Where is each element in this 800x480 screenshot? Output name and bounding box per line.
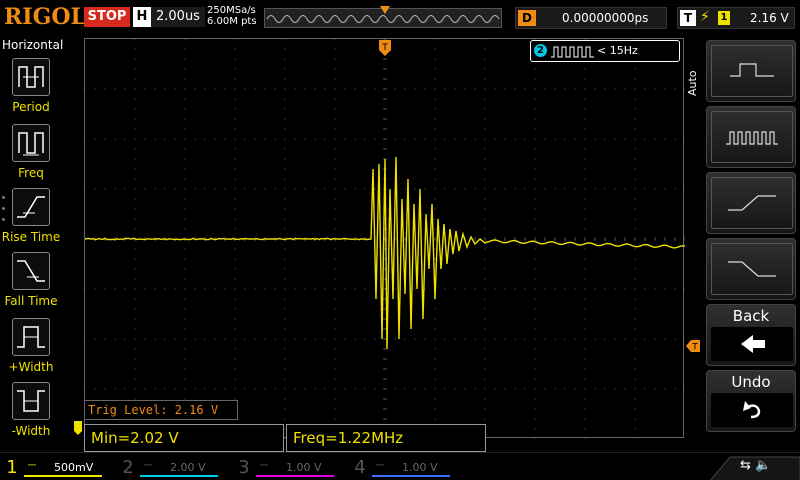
ch4-number: 4 [350,457,370,479]
ch1-waveform-trace [85,157,685,349]
negative-width-icon [12,382,50,420]
waveform-display[interactable] [84,38,684,438]
counter-value: < 15Hz [597,44,638,57]
measure-rise-time-label: Rise Time [0,230,62,244]
rising-ramp-icon [712,178,792,228]
run-stop-indicator[interactable]: STOP [84,7,130,27]
menu-page-indicator [2,196,6,229]
trigger-level-value: 2.16 V [750,11,789,25]
svg-text:T: T [691,343,698,353]
measure-rise-time-button[interactable]: Rise Time [0,188,62,252]
ch2-number: 2 [118,457,138,479]
trigger-source-badge: 1 [718,11,730,25]
delay-value: 0.00000000ps [562,11,648,25]
falling-ramp-icon [712,244,792,294]
rising-edge-icon: ⚡ [700,9,710,25]
timebase-value: 2.00us [156,9,200,24]
undo-icon [711,393,793,427]
softkey-frame [711,111,793,163]
ch3-coupling-icon: ⎓ [260,460,268,471]
usb-icon: ⇆ 🔈 [740,458,771,473]
freq-icon [12,124,50,162]
memory-depth: 6.00M pts [207,16,257,27]
channel-status-bar: 1 ⎓ 500mV 2 ⎓ 2.00 V 3 ⎓ 1.00 V 4 ⎓ 1.00… [0,452,800,480]
measurement-result-freq[interactable]: Freq=1.22MHz [286,424,486,452]
period-icon [12,58,50,96]
positive-width-icon [12,318,50,356]
back-arrow-icon [711,327,793,361]
back-button[interactable]: Back [706,304,796,366]
measure-fall-time-button[interactable]: Fall Time [0,252,62,316]
measure-fall-time-label: Fall Time [0,294,62,308]
ch2-scale: 2.00 V [170,461,206,474]
sample-rate: 250MSa/s [207,5,257,16]
measure-negative-width-button[interactable]: -Width [0,382,62,446]
measure-period-button[interactable]: Period [0,58,62,122]
trigger-position-marker-icon[interactable]: T [379,40,391,56]
measure-menu: Horizontal Period Freq Rise Time Fall Ti… [0,38,62,452]
ch2-body: ⎓ 2.00 V [140,459,218,477]
measure-positive-width-button[interactable]: +Width [0,318,62,382]
softkey-frame [711,243,793,295]
ch2-coupling-icon: ⎓ [144,460,152,471]
ch4-body: ⎓ 1.00 V [372,459,450,477]
undo-button[interactable]: Undo [706,370,796,432]
pulse-train-icon [551,45,595,59]
trigger-letter: T [680,10,696,26]
measure-freq-label: Freq [0,166,62,180]
ch3-scale: 1.00 V [286,461,322,474]
measure-negative-width-label: -Width [0,424,62,438]
fall-time-icon [12,252,50,290]
ch3-number: 3 [234,457,254,479]
square-wave-icon [712,46,792,96]
softkey-square-wave[interactable] [706,40,796,102]
trigger-display[interactable]: T ⚡ 1 2.16 V [677,7,795,29]
measure-period-label: Period [0,100,62,114]
memory-trigger-marker-icon [380,6,390,16]
softkey-frame [711,177,793,229]
measure-freq-button[interactable]: Freq [0,124,62,188]
measurement-result-min[interactable]: Min=2.02 V [84,424,284,452]
softkey-frame [711,45,793,97]
ch1-number: 1 [2,457,22,479]
ch4-scale: 1.00 V [402,461,438,474]
trigger-level-readout: Trig Level: 2.16 V [84,400,238,420]
measurement-freq-text: Freq=1.22MHz [293,429,403,447]
rise-time-icon [12,188,50,226]
acquisition-info: 250MSa/s 6.00M pts [207,5,257,27]
trigger-level-marker-icon[interactable]: T [686,340,700,352]
trigger-level-text: Trig Level: 2.16 V [88,403,218,417]
delay-display[interactable]: D 0.00000000ps [515,7,667,29]
timebase-display[interactable]: H 2.00us [133,7,205,27]
softkey-rising-ramp[interactable] [706,172,796,234]
brand-logo: RIGOL [4,4,86,30]
ch1-body: ⎓ 500mV [24,459,102,477]
pulse-train-icon [712,112,792,162]
frequency-counter: 2 < 15Hz [530,40,680,62]
measurement-min-text: Min=2.02 V [91,429,179,447]
undo-label: Undo [707,373,795,391]
counter-channel-badge: 2 [534,44,547,57]
ch1-scale: 500mV [54,461,93,474]
ch1-coupling-icon: ⎓ [28,460,36,471]
svg-text:T: T [381,43,388,53]
horizontal-letter: H [133,7,151,27]
measure-category-title: Horizontal [2,38,62,52]
back-label: Back [707,307,795,325]
ch1-offset-marker-icon[interactable] [74,421,82,435]
softkey-falling-ramp[interactable] [706,238,796,300]
measure-positive-width-label: +Width [0,360,62,374]
ch3-body: ⎓ 1.00 V [256,459,334,477]
top-status-bar: RIGOL STOP H 2.00us 250MSa/s 6.00M pts D… [0,0,800,36]
softkey-pulse-train[interactable] [706,106,796,168]
ch4-coupling-icon: ⎓ [376,460,384,471]
delay-letter: D [518,10,536,26]
graticule [85,39,685,439]
